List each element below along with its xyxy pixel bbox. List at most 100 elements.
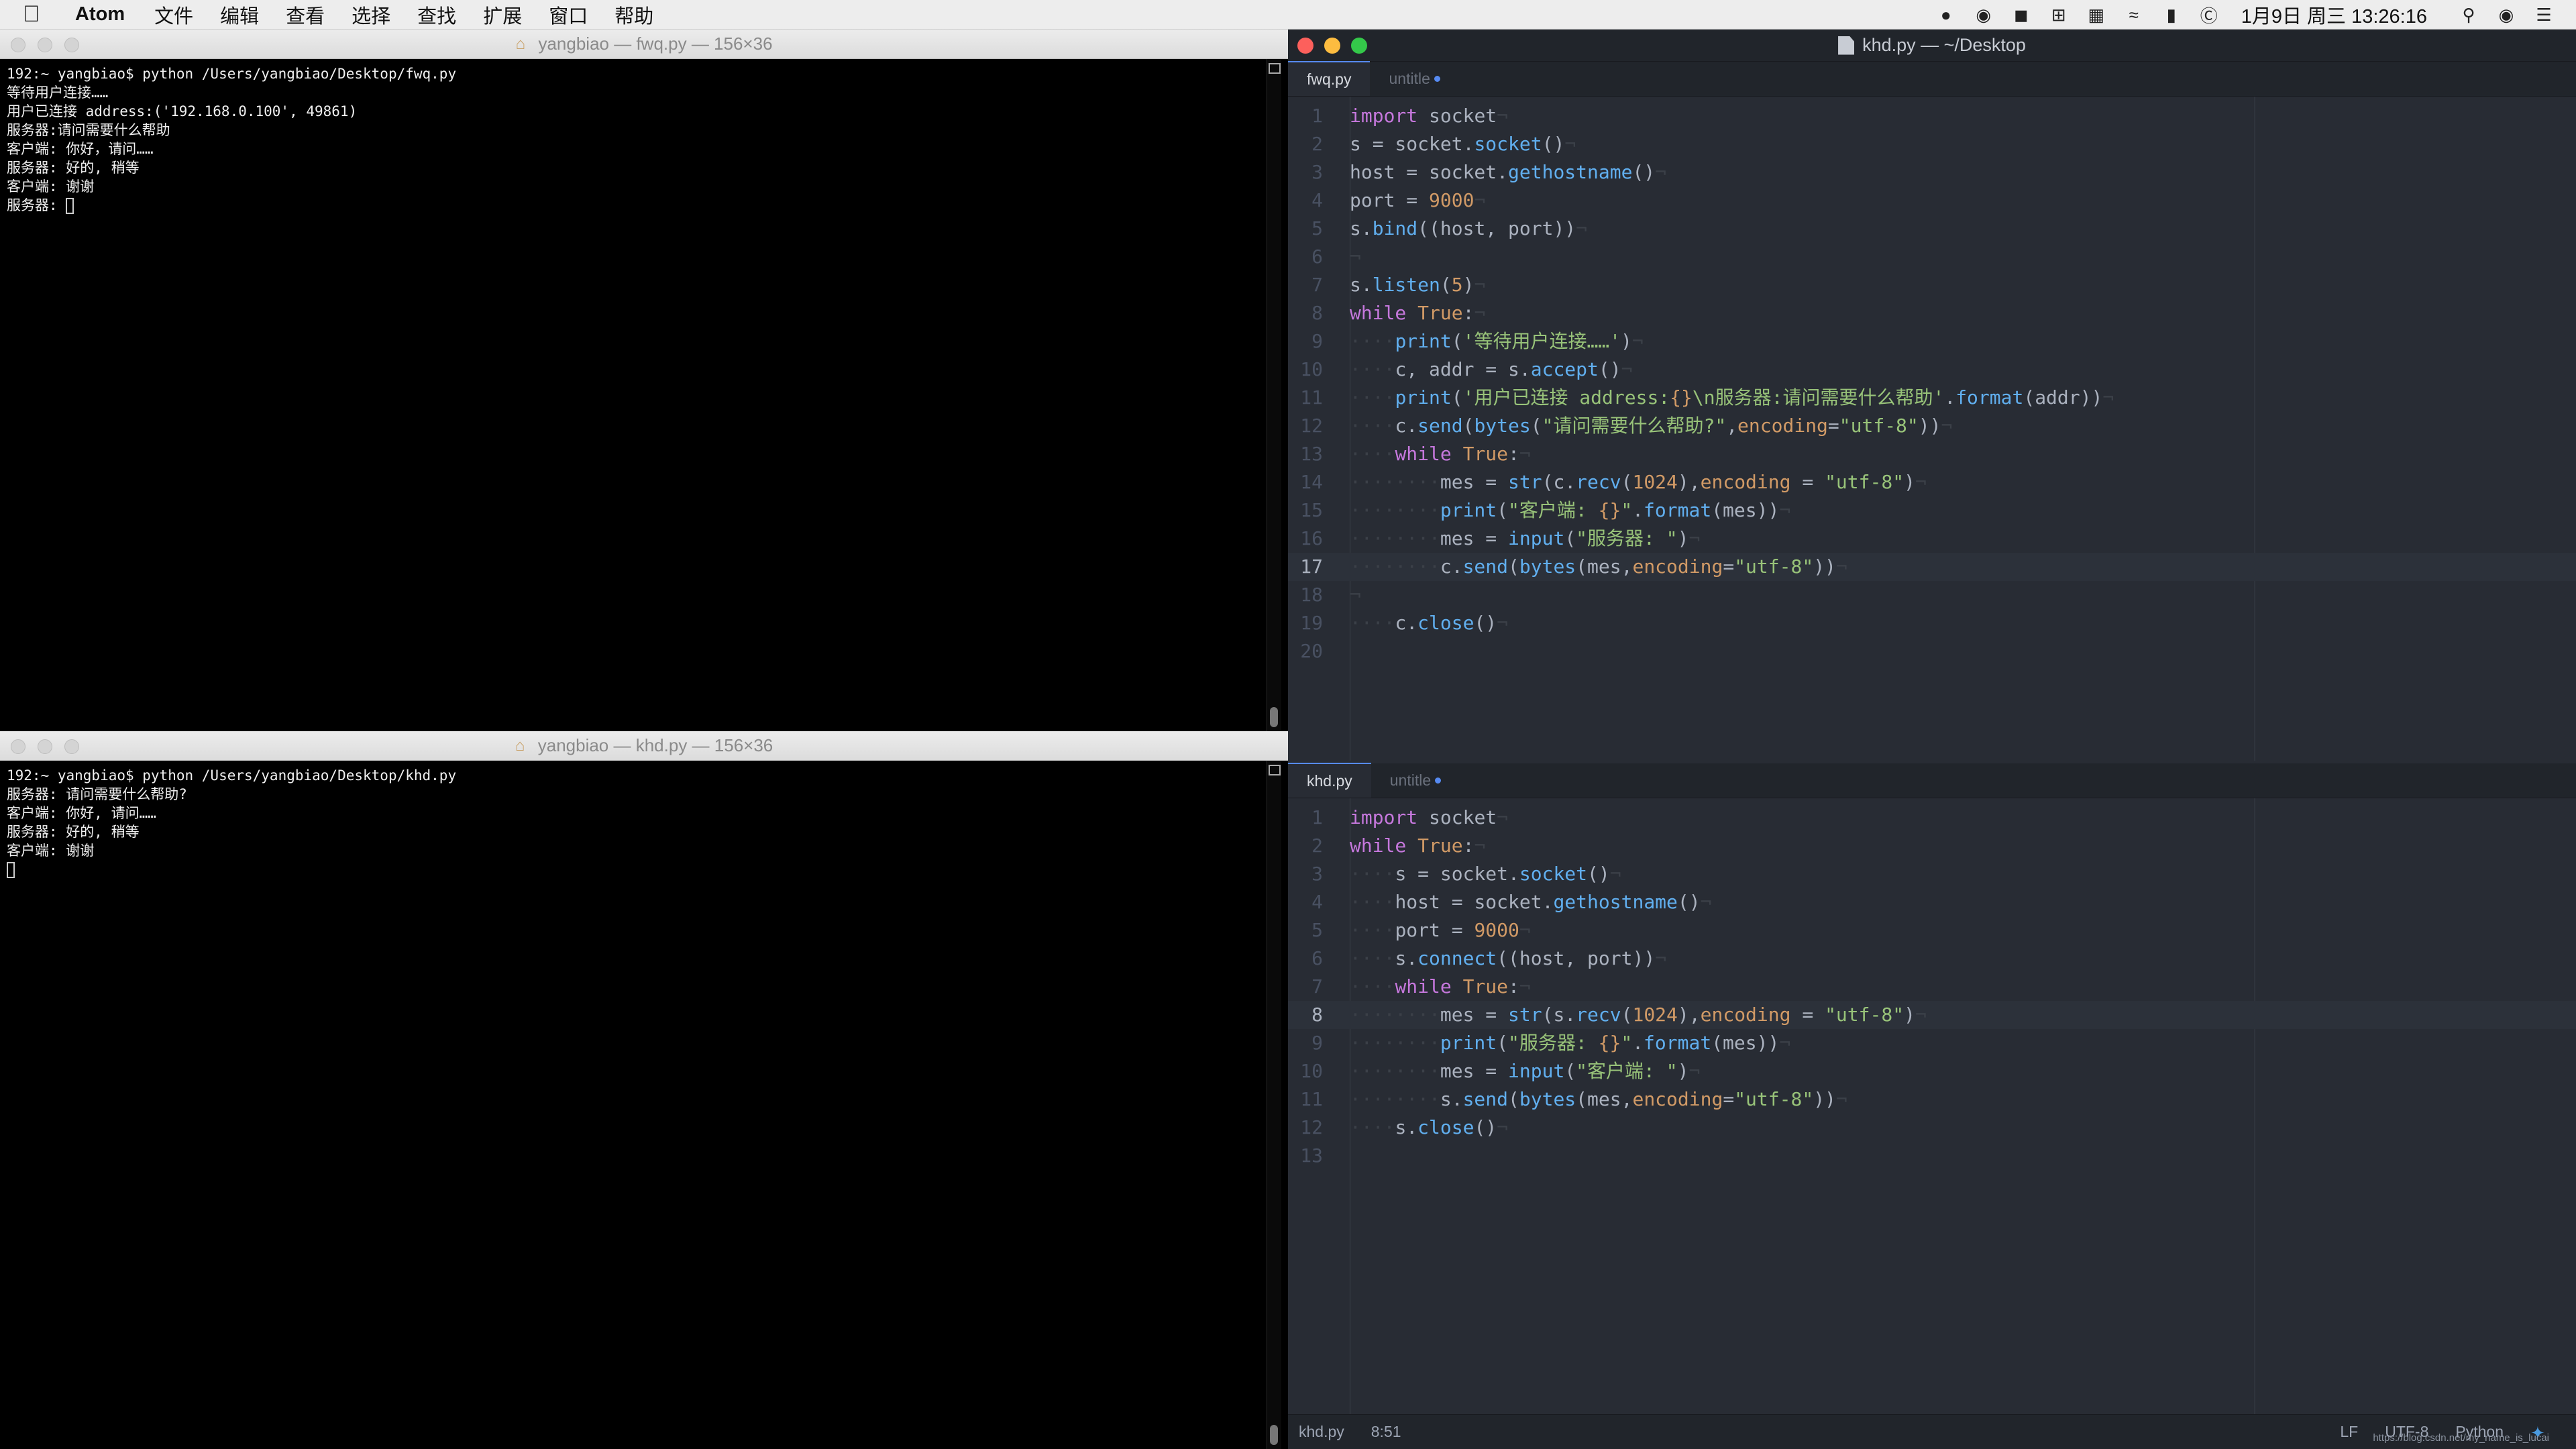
minimize-button[interactable]: [1324, 38, 1340, 54]
code-line[interactable]: 3 host = socket.gethostname()¬: [1288, 158, 2576, 186]
terminal-line: 客户端: 谢谢: [7, 178, 95, 195]
code-line-current[interactable]: 8 ········mes = str(s.recv(1024),encoding…: [1288, 1001, 2576, 1029]
code-line[interactable]: 13: [1288, 1142, 2576, 1170]
atom-window[interactable]: khd.py — ~/Desktop fwq.py untitle 1 impor…: [1288, 30, 2576, 1449]
code-line[interactable]: 14 ········mes = str(c.recv(1024),encodin…: [1288, 468, 2576, 496]
search-icon[interactable]: ⚲: [2457, 5, 2481, 25]
menu-file[interactable]: 文件: [154, 1, 193, 29]
code-line[interactable]: 20: [1288, 637, 2576, 665]
menu-view[interactable]: 查看: [286, 1, 325, 29]
code-line[interactable]: 8 while True:¬: [1288, 299, 2576, 327]
modified-dot-icon: [1434, 75, 1440, 82]
notification-center-icon[interactable]: ☰: [2532, 5, 2556, 25]
terminal-window-fwq[interactable]: ⌂ yangbiao — fwq.py — 156×36 192:~ yangb…: [0, 30, 1288, 731]
code-line[interactable]: 1 import socket¬: [1288, 804, 2576, 832]
code-line[interactable]: 9 ····print('等待用户连接……')¬: [1288, 327, 2576, 356]
status-line-ending[interactable]: LF: [2340, 1423, 2358, 1441]
wifi-icon[interactable]: ≈: [2122, 5, 2146, 25]
code-line[interactable]: 1 import socket¬: [1288, 102, 2576, 130]
close-button[interactable]: [1297, 38, 1313, 54]
menu-find[interactable]: 查找: [417, 1, 456, 29]
grid-icon[interactable]: ⊞: [2047, 5, 2071, 25]
menu-help[interactable]: 帮助: [614, 1, 653, 29]
close-button[interactable]: [11, 739, 25, 754]
tab-untitled[interactable]: untitle: [1370, 61, 1458, 96]
wechat-icon[interactable]: ◉: [1972, 5, 1996, 25]
code-line[interactable]: 15 ········print("客户端: {}".format(mes))¬: [1288, 496, 2576, 525]
tab-khd[interactable]: khd.py: [1288, 763, 1371, 798]
tab-label: untitle: [1389, 69, 1430, 87]
code-line[interactable]: 19 ····c.close()¬: [1288, 609, 2576, 637]
terminal-window-khd[interactable]: ⌂ yangbiao — khd.py — 156×36 192:~ yangb…: [0, 731, 1288, 1449]
code-line[interactable]: 6 ····s.connect((host, port))¬: [1288, 945, 2576, 973]
terminal-titlebar[interactable]: ⌂ yangbiao — fwq.py — 156×36: [0, 30, 1288, 59]
qq-icon[interactable]: ●: [1934, 5, 1958, 25]
code-editor-fwq[interactable]: 1 import socket¬ 2s = socket.socket()¬ 3h…: [1288, 97, 2576, 761]
tab-label: khd.py: [1307, 771, 1352, 790]
code-line[interactable]: 13 ····while True:¬: [1288, 440, 2576, 468]
layout-icon[interactable]: ▦: [2084, 5, 2108, 25]
siri-icon[interactable]: ◉: [2494, 5, 2518, 25]
code-line[interactable]: 9 ········print("服务器: {}".format(mes))¬: [1288, 1029, 2576, 1057]
code-editor-khd[interactable]: 1 import socket¬ 2 while True:¬ 3 ····s = s…: [1288, 798, 2576, 1414]
code-line[interactable]: 3 ····s = socket.socket()¬: [1288, 860, 2576, 888]
code-line[interactable]: 10 ····c, addr = s.accept()¬: [1288, 356, 2576, 384]
tab-fwq[interactable]: fwq.py: [1288, 61, 1371, 96]
code-line[interactable]: 11 ····print('用户已连接 address:{}\n服务器:请问需要什…: [1288, 384, 2576, 412]
terminal-line: 用户已连接 address:('192.168.0.100', 49861): [7, 103, 358, 119]
notification-icon[interactable]: ◼: [2009, 5, 2033, 25]
text-cursor: [7, 862, 15, 878]
battery-icon[interactable]: ▮: [2159, 5, 2184, 25]
editor-pane-bottom[interactable]: khd.py untitle 1 import socket¬ 2 while Tr…: [1288, 763, 2576, 1414]
tab-untitled[interactable]: untitle: [1371, 763, 1460, 798]
code-line[interactable]: 4 port = 9000¬: [1288, 186, 2576, 215]
menu-selection[interactable]: 选择: [352, 1, 390, 29]
zoom-button[interactable]: [64, 38, 79, 52]
code-line-current[interactable]: 17 ········c.send(bytes(mes,encoding="utf…: [1288, 553, 2576, 581]
terminal-output[interactable]: 192:~ yangbiao$ python /Users/yangbiao/D…: [0, 59, 1288, 731]
menu-window[interactable]: 窗口: [549, 1, 588, 29]
terminal-scrollbar[interactable]: [1267, 761, 1281, 1449]
close-button[interactable]: [11, 38, 25, 52]
window-controls: [11, 38, 91, 52]
minimize-button[interactable]: [38, 38, 52, 52]
code-line[interactable]: 12 ····s.close()¬: [1288, 1114, 2576, 1142]
code-line[interactable]: 16 ········mes = input("服务器: ")¬: [1288, 525, 2576, 553]
terminal-line: 服务器:: [7, 197, 66, 213]
menu-edit[interactable]: 编辑: [220, 1, 259, 29]
code-line[interactable]: 18 ¬: [1288, 581, 2576, 609]
terminal-title: yangbiao — fwq.py — 156×36: [538, 34, 773, 54]
tab-label: fwq.py: [1307, 70, 1352, 88]
terminal-output[interactable]: 192:~ yangbiao$ python /Users/yangbiao/D…: [0, 761, 1288, 1449]
code-line[interactable]: 7 s.listen(5)¬: [1288, 271, 2576, 299]
menu-packages[interactable]: 扩展: [483, 1, 522, 29]
code-line[interactable]: 11 ········s.send(bytes(mes,encoding="utf…: [1288, 1085, 2576, 1114]
code-line[interactable]: 5 s.bind((host, port))¬: [1288, 215, 2576, 243]
clock[interactable]: 1月9日 周三 13:26:16: [2241, 1, 2427, 29]
terminal-line: 服务器:请问需要什么帮助: [7, 122, 170, 138]
minimize-button[interactable]: [38, 739, 52, 754]
code-line[interactable]: 7 ····while True:¬: [1288, 973, 2576, 1001]
zoom-button[interactable]: [1351, 38, 1367, 54]
code-line[interactable]: 2s = socket.socket()¬: [1288, 130, 2576, 158]
code-line[interactable]: 2 while True:¬: [1288, 832, 2576, 860]
code-line[interactable]: 12 ····c.send(bytes("请问需要什么帮助?",encoding=…: [1288, 412, 2576, 440]
status-cursor-position[interactable]: 8:51: [1371, 1423, 1401, 1441]
document-icon: [1838, 36, 1855, 55]
code-line[interactable]: 10 ········mes = input("客户端: ")¬: [1288, 1057, 2576, 1085]
sync-icon[interactable]: Ⓒ: [2197, 5, 2221, 26]
editor-pane-top[interactable]: fwq.py untitle 1 import socket¬ 2s = sock…: [1288, 61, 2576, 761]
terminal-titlebar[interactable]: ⌂ yangbiao — khd.py — 156×36: [0, 731, 1288, 761]
app-menu-atom[interactable]: Atom: [75, 3, 125, 25]
code-lines: 1 import socket¬ 2 while True:¬ 3 ····s = s…: [1288, 804, 2576, 1170]
code-line[interactable]: 5 ····port = 9000¬: [1288, 916, 2576, 945]
code-line[interactable]: 4 ····host = socket.gethostname()¬: [1288, 888, 2576, 916]
terminal-scrollbar[interactable]: [1267, 59, 1281, 731]
zoom-button[interactable]: [64, 739, 79, 754]
code-line[interactable]: 6 ¬: [1288, 243, 2576, 271]
scrollbar-thumb[interactable]: [1270, 1425, 1278, 1445]
atom-titlebar[interactable]: khd.py — ~/Desktop: [1288, 30, 2576, 62]
scrollbar-thumb[interactable]: [1270, 707, 1278, 727]
status-file-path[interactable]: khd.py: [1299, 1423, 1344, 1441]
apple-menu-icon[interactable]: : [23, 1, 63, 28]
